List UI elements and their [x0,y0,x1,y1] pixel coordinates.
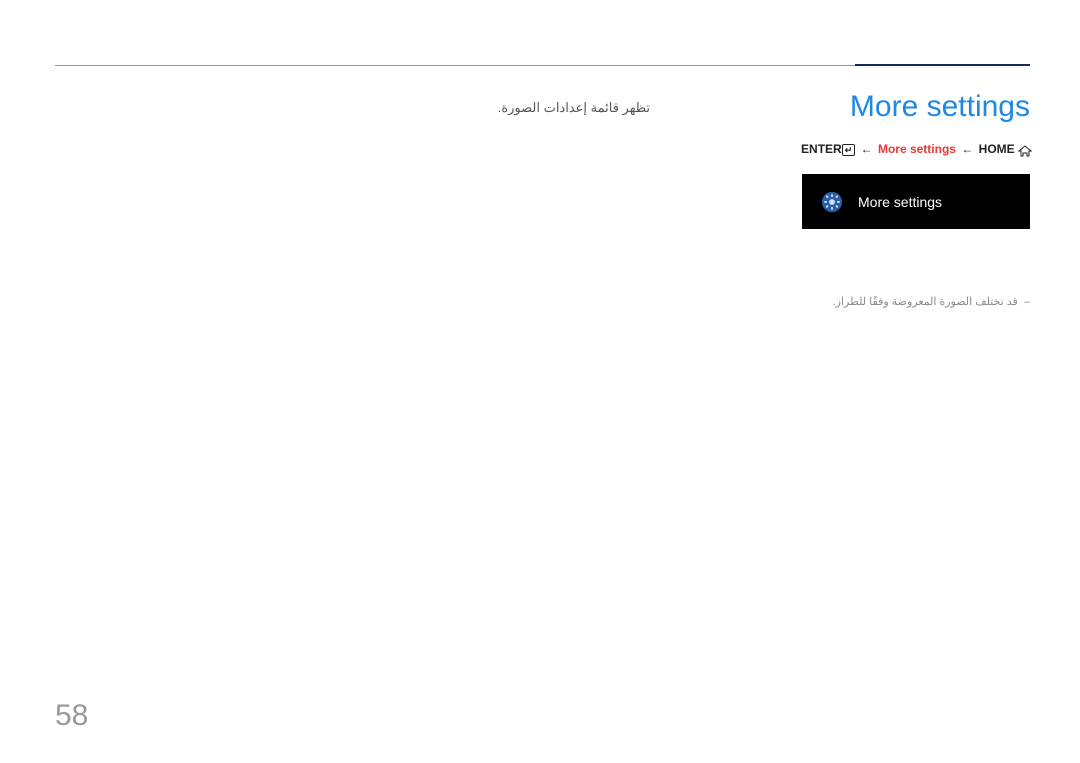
content-area: More settings ENTER↵ ← More settings ← H… [630,90,1030,229]
breadcrumb: ENTER↵ ← More settings ← HOME [630,142,1030,156]
top-border-accent [855,64,1030,66]
breadcrumb-home-label: HOME [979,142,1015,156]
breadcrumb-arrow-1: ← [861,142,873,156]
gear-icon [820,190,844,214]
enter-icon: ↵ [842,144,856,156]
home-icon [1018,145,1030,155]
page-number: 58 [55,699,88,733]
note-body: قد تختلف الصورة المعروضة وفقًا للطراز. [833,296,1018,308]
note-dash: – [1024,296,1030,308]
section-title: More settings [630,90,1030,124]
menu-more-settings[interactable]: More settings [802,174,1030,229]
breadcrumb-enter-label: ENTER [801,142,842,156]
description-text: تظهر قائمة إعدادات الصورة. [350,100,650,116]
note-text: – قد تختلف الصورة المعروضة وفقًا للطراز. [833,295,1030,308]
breadcrumb-arrow-2: ← [961,142,973,156]
page-container: تظهر قائمة إعدادات الصورة. More settings… [0,0,1080,763]
breadcrumb-highlight: More settings [878,142,956,156]
menu-label: More settings [858,194,942,210]
